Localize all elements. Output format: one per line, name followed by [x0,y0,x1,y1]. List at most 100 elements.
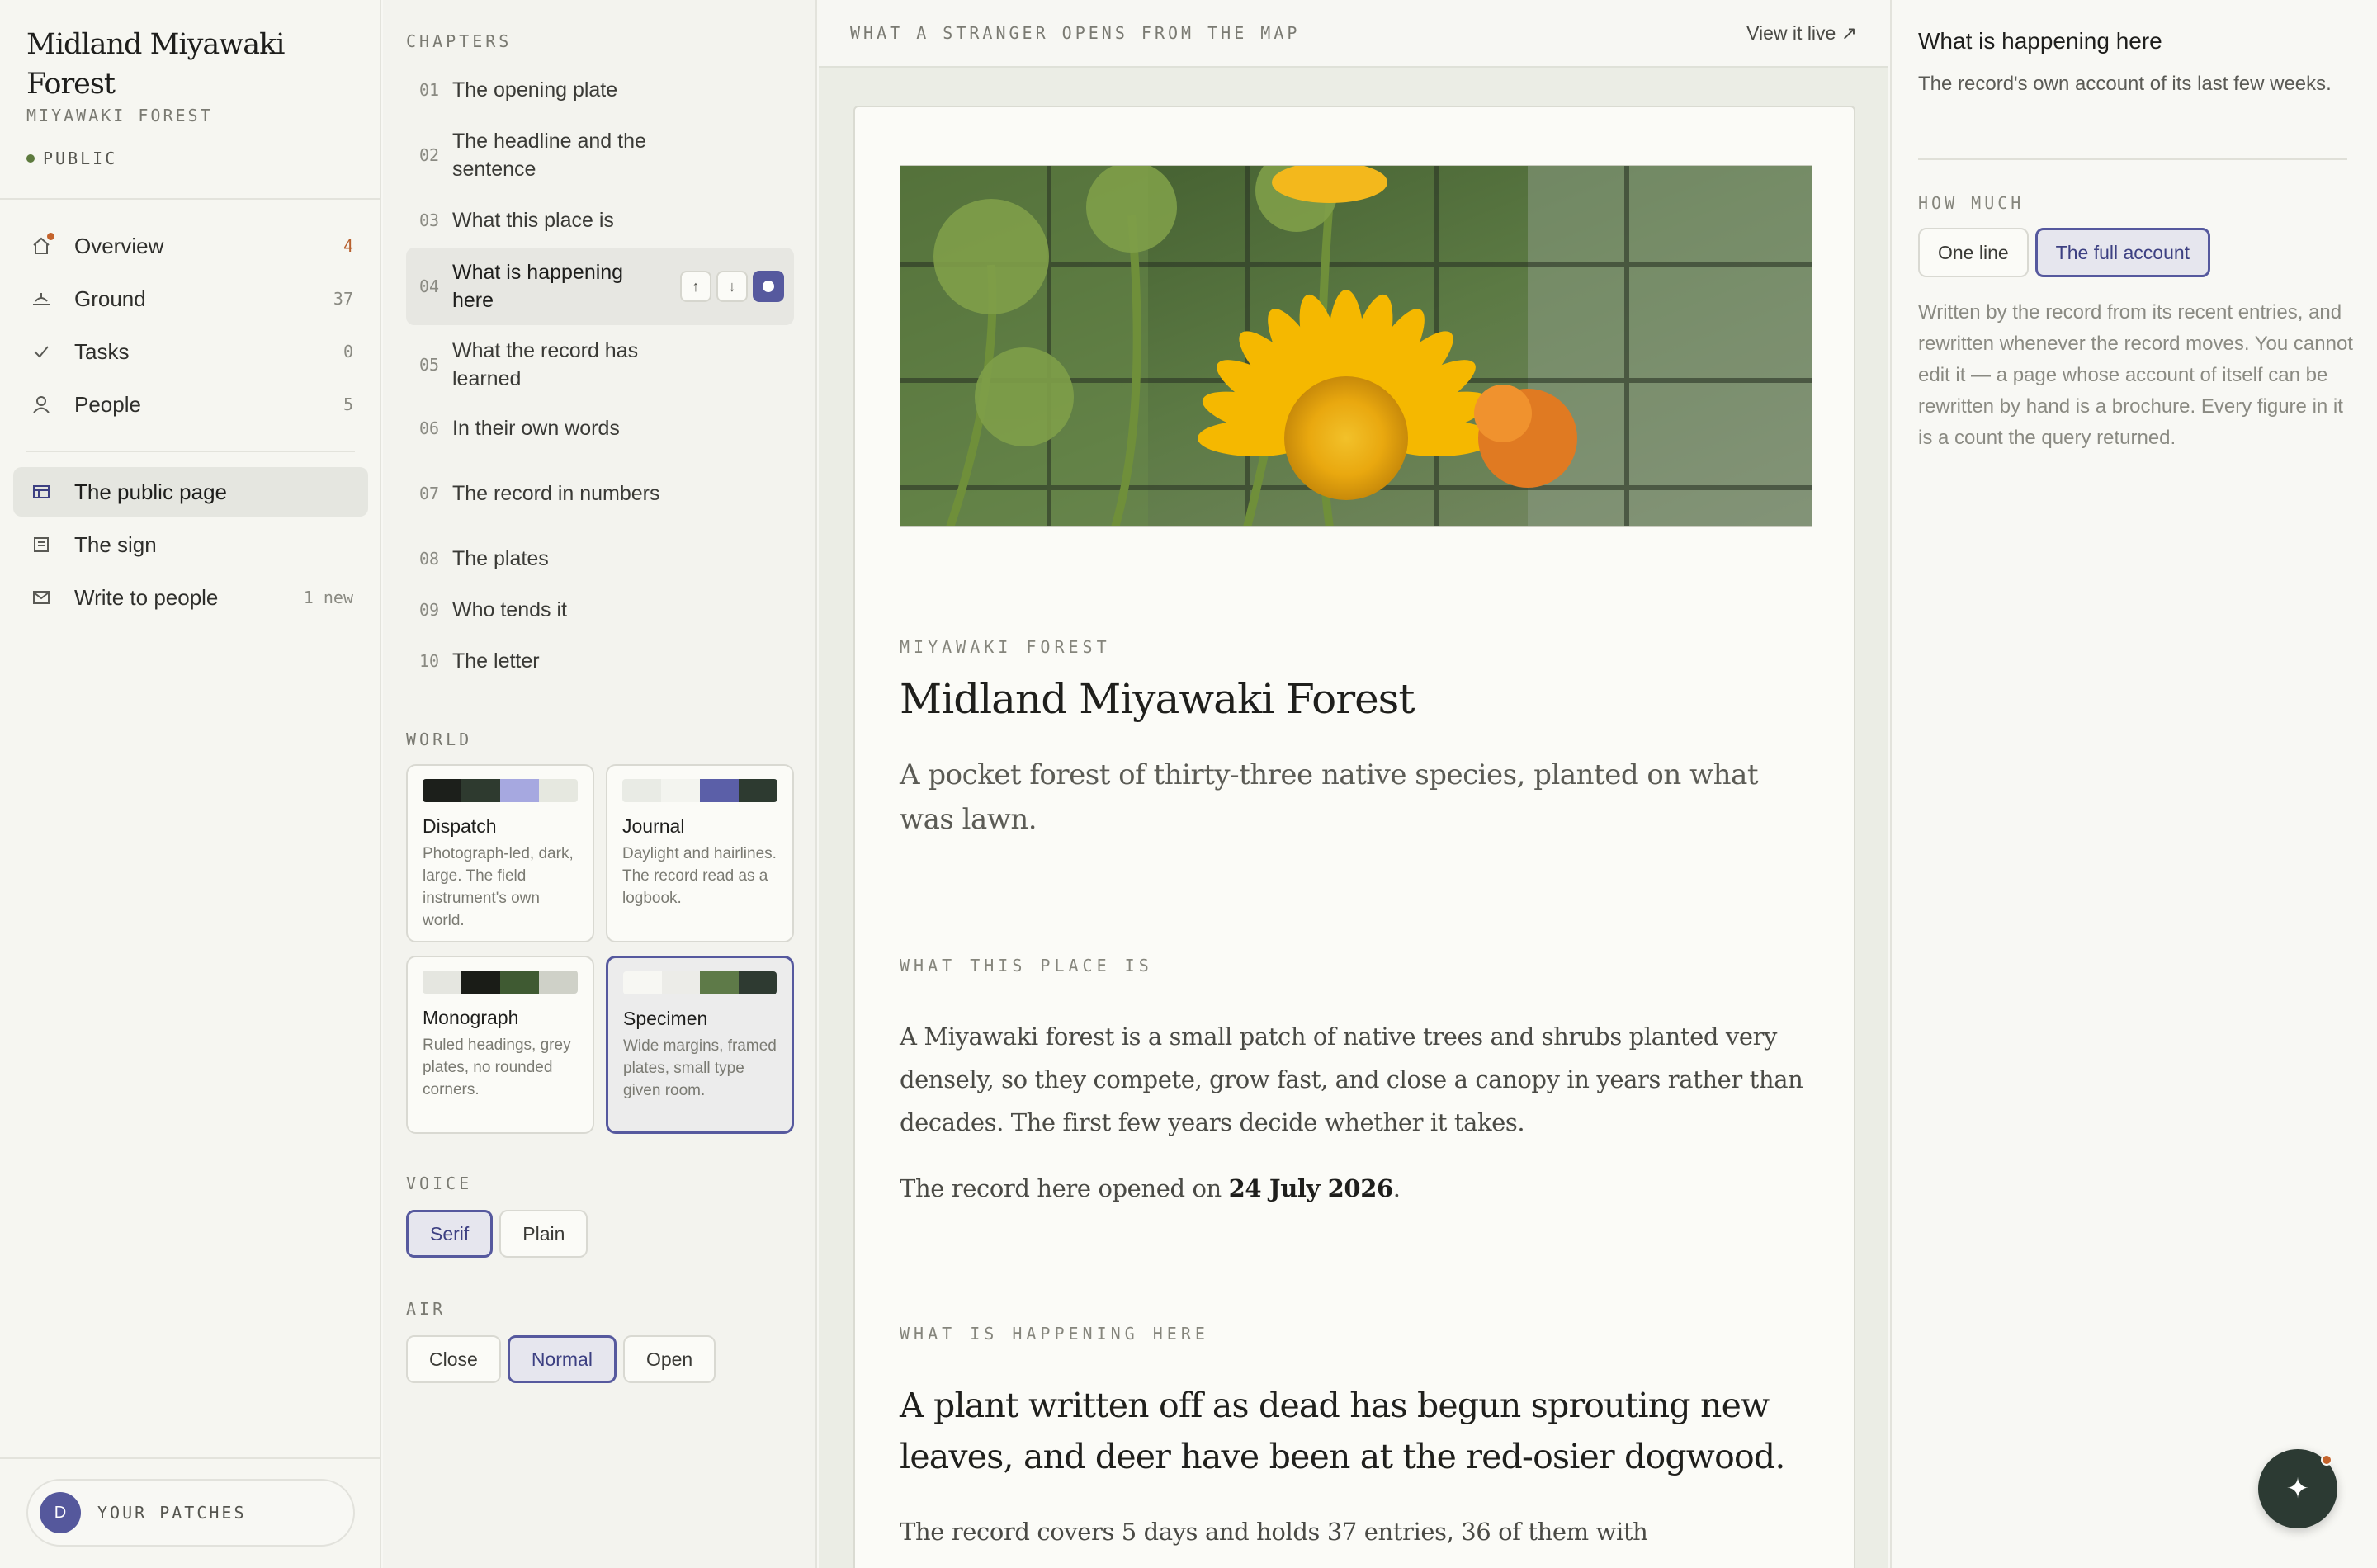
nav-label: People [74,391,141,417]
nav-item-tasks[interactable]: Tasks 0 [13,327,368,376]
nav-item-write[interactable]: Write to people 1 new [13,573,368,622]
person-icon [26,390,56,419]
world-name: Monograph [423,1007,519,1028]
nav-item-public-page[interactable]: The public page [13,467,368,517]
chapter-item[interactable]: 05 What the record has learned [406,333,794,396]
chapter-label: What is happening here [452,261,624,312]
chapter-item[interactable]: 03 What this place is [406,201,794,239]
chapter-label: The record in numbers [452,482,660,505]
layout-icon [26,477,56,507]
preview-header: WHAT A STRANGER OPENS FROM THE MAP View … [819,0,1888,68]
air-options: Close Normal Open [406,1335,716,1383]
world-option-dispatch[interactable]: Dispatch Photograph-led, dark, large. Th… [406,764,594,942]
air-normal-button[interactable]: Normal [507,1335,617,1383]
sidebar: Midland Miyawaki Forest MIYAWAKI FOREST … [0,0,381,1568]
view-live-link[interactable]: View it live ↗ [1746,22,1857,45]
notification-dot [47,233,54,240]
chapter-item[interactable]: 07 The record in numbers [406,462,794,525]
air-heading: AIR [406,1299,447,1319]
chapters-heading: CHAPTERS [406,31,513,51]
air-close-button[interactable]: Close [406,1335,501,1383]
voice-plain-button[interactable]: Plain [499,1210,588,1258]
nav-count: 37 [333,289,353,309]
chapter-label: The letter [452,649,540,673]
page-lede: A pocket forest of thirty-three native s… [900,758,1759,836]
assistant-button[interactable]: ✦ [2258,1449,2337,1528]
nav-item-sign[interactable]: The sign [13,520,368,569]
chapter-item[interactable]: 01 The opening plate [406,71,794,109]
divider [26,451,355,452]
home-icon [26,231,56,261]
chapter-number: 02 [419,145,440,165]
divider [0,198,381,200]
nav-label: The public page [74,479,228,504]
chapter-item[interactable]: 06 In their own words [406,409,794,447]
world-heading: WORLD [406,730,473,749]
happening-body: The record covers 5 days and holds 37 en… [900,1518,1648,1546]
notification-dot [2321,1454,2332,1466]
inspector-note: Written by the record from its recent en… [1918,301,2353,449]
ground-icon [26,284,56,314]
voice-options: Serif Plain [406,1210,588,1258]
chapter-number: 07 [419,484,440,503]
color-swatch [622,779,777,802]
how-much-heading: HOW MUCH [1918,193,2025,213]
chapter-number: 05 [419,355,440,375]
page-eyebrow: MIYAWAKI FOREST [900,637,1111,657]
world-name: Dispatch [423,815,497,837]
move-down-icon[interactable]: ↓ [716,271,748,302]
inspector-panel: What is happening here The record's own … [1890,0,2377,1568]
section-body-what: A Miyawaki forest is a small patch of na… [900,1023,1803,1136]
color-swatch [423,779,578,802]
opened-date: 24 July 2026 [1228,1174,1394,1202]
nav-count: 4 [343,236,353,256]
how-much-options: One line The full account [1918,228,2211,277]
chapter-item[interactable]: 02 The headline and the sentence [406,124,794,187]
world-option-journal[interactable]: Journal Daylight and hairlines. The reco… [606,764,794,942]
chapter-number: 08 [419,549,440,569]
chapter-label: Who tends it [452,598,567,621]
visibility-label: PUBLIC [43,149,118,168]
section-heading-happening: WHAT IS HAPPENING HERE [900,1324,1209,1344]
world-description: Daylight and hairlines. The record read … [622,845,777,907]
chapter-number: 04 [419,276,440,296]
mail-icon [26,583,56,612]
visibility-badge: PUBLIC [26,149,117,168]
chapter-item[interactable]: 08 The plates [406,540,794,578]
nav-label: Overview [74,233,164,258]
chapter-label: What this place is [452,209,614,232]
nav-count: 0 [343,342,353,361]
voice-serif-button[interactable]: Serif [406,1210,494,1258]
air-open-button[interactable]: Open [622,1335,716,1383]
color-swatch [423,971,578,994]
world-option-monograph[interactable]: Monograph Ruled headings, grey plates, n… [406,956,594,1134]
chapter-label: The plates [452,547,549,570]
chapter-label: In their own words [452,417,620,440]
your-patches-button[interactable]: D YOUR PATCHES [26,1479,355,1547]
color-swatch [623,971,777,994]
visibility-toggle-icon[interactable] [753,271,784,302]
nav-count: 5 [343,394,353,414]
chapter-label: What the record has learned [452,339,639,390]
hero-photo [900,165,1812,527]
chapter-number: 09 [419,600,440,620]
nav-label: The sign [74,531,157,557]
world-option-specimen[interactable]: Specimen Wide margins, framed plates, sm… [606,956,794,1134]
nav-item-ground[interactable]: Ground 37 [13,274,368,324]
sign-icon [26,530,56,560]
inspector-subtitle: The record's own account of its last few… [1918,73,2332,95]
chapter-label: The headline and the sentence [452,130,646,181]
full-account-button[interactable]: The full account [2034,228,2211,277]
section-heading-what: WHAT THIS PLACE IS [900,956,1153,975]
chapter-item[interactable]: 09 Who tends it [406,591,794,629]
nav-item-people[interactable]: People 5 [13,380,368,429]
one-line-button[interactable]: One line [1918,228,2029,277]
move-up-icon[interactable]: ↑ [680,271,711,302]
chapter-item[interactable]: 10 The letter [406,642,794,680]
chapter-number: 06 [419,418,440,438]
site-title: Midland Miyawaki Forest [26,28,285,101]
nav-item-overview[interactable]: Overview 4 [13,221,368,271]
sparkle-icon: ✦ [2285,1473,2310,1504]
chapter-item-active[interactable]: 04 What is happening here ↑ ↓ [406,248,794,325]
public-page-card: MIYAWAKI FOREST Midland Miyawaki Forest … [853,106,1855,1568]
